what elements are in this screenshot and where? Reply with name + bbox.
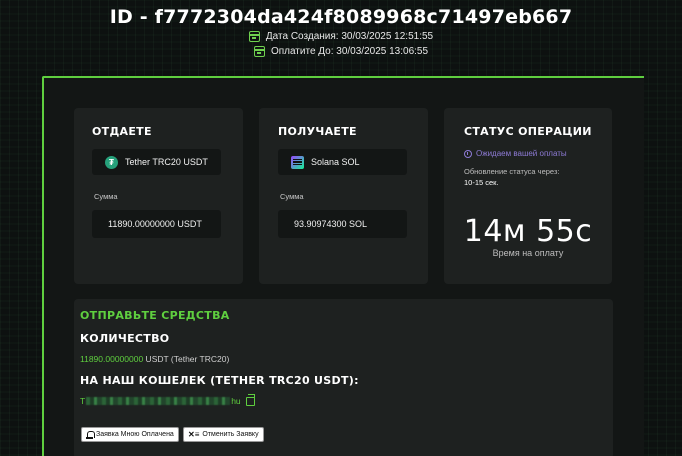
receive-title: ПОЛУЧАЕТЕ [278, 125, 357, 138]
paid-button[interactable]: Заявка Мною Оплачена [81, 427, 179, 442]
send-title: ОТПРАВЬТЕ СРЕДСТВА [80, 309, 230, 322]
give-currency-select[interactable]: ₮ Tether TRC20 USDT [92, 149, 221, 175]
quantity-title: КОЛИЧЕСТВО [80, 332, 170, 345]
refresh-label: Обновление статуса через: [464, 167, 560, 176]
give-title: ОТДАЕТЕ [92, 125, 152, 138]
countdown-caption: Время на оплату [492, 248, 564, 258]
bell-icon [86, 430, 95, 439]
quantity-unit: USDT (Tether TRC20) [143, 354, 230, 364]
receive-amount-field[interactable]: 93.90974300 SOL [278, 210, 407, 238]
cancel-list-icon: ✕≡ [188, 429, 200, 439]
solana-icon [291, 155, 304, 169]
clock-icon [464, 149, 472, 158]
wallet-address-row: T hu [80, 394, 256, 406]
give-amount-field[interactable]: 11890.00000000 USDT [92, 210, 221, 238]
give-currency-label: Tether TRC20 USDT [125, 157, 208, 167]
pay-until-text: Оплатите До: 30/03/2025 13:06:55 [270, 46, 429, 57]
status-state-text: Ожидаем вашей оплаты [476, 149, 567, 158]
wallet-title: НА НАШ КОШЕЛЕК (TETHER TRC20 USDT): [80, 374, 359, 387]
wallet-address-redacted [86, 397, 231, 405]
receive-amount-label: Сумма [280, 192, 304, 201]
wallet-address-prefix[interactable]: T [80, 396, 85, 406]
refresh-value: 10-15 сек. [464, 178, 499, 187]
give-amount-label: Сумма [94, 192, 118, 201]
created-date-row: Дата Создания: 30/03/2025 12:51:55 [0, 31, 682, 42]
pay-until-row: Оплатите До: 30/03/2025 13:06:55 [0, 46, 682, 57]
tether-icon: ₮ [105, 155, 118, 169]
quantity-value[interactable]: 11890.00000000 [80, 354, 143, 364]
copy-icon[interactable] [245, 394, 256, 406]
receive-currency-select[interactable]: Solana SOL [278, 149, 407, 175]
order-id-title: ID - f7772304da424f8089968c71497eb667 [109, 6, 573, 28]
created-date-text: Дата Создания: 30/03/2025 12:51:55 [265, 31, 434, 42]
countdown-timer: 14м 55с [463, 214, 593, 249]
status-title: СТАТУС ОПЕРАЦИИ [464, 125, 592, 138]
status-state-row: Ожидаем вашей оплаты [464, 149, 567, 158]
give-amount-value: 11890.00000000 USDT [108, 219, 202, 229]
cancel-button[interactable]: ✕≡ Отменить Заявку [183, 427, 264, 442]
cancel-button-label: Отменить Заявку [202, 431, 259, 438]
calendar-icon [253, 46, 265, 57]
receive-currency-label: Solana SOL [311, 157, 360, 167]
paid-button-label: Заявка Мною Оплачена [96, 431, 174, 438]
wallet-address-suffix[interactable]: hu [231, 396, 240, 406]
receive-amount-value: 93.90974300 SOL [294, 219, 368, 229]
quantity-line: 11890.00000000 USDT (Tether TRC20) [80, 354, 229, 364]
calendar-icon [248, 31, 260, 42]
